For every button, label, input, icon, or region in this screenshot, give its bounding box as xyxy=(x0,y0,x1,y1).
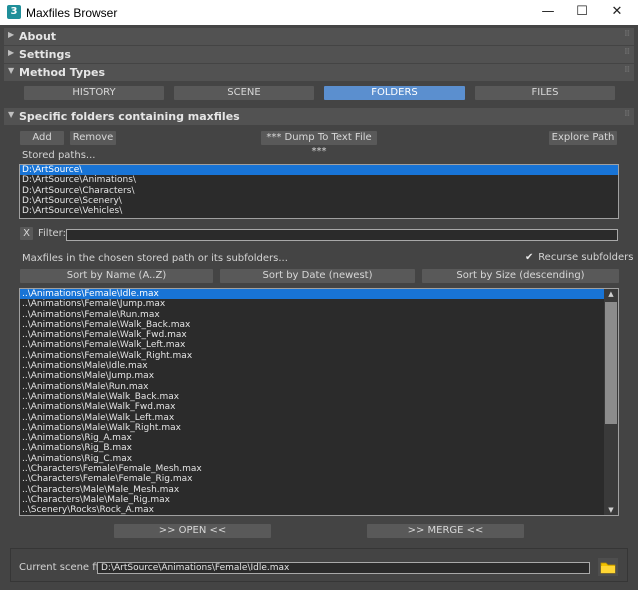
list-item[interactable]: ..\Animations\Female\Walk_Right.max xyxy=(20,351,604,361)
app-icon: 3 xyxy=(7,5,21,19)
list-item[interactable]: ..\Animations\Female\Run.max xyxy=(20,310,604,320)
list-item[interactable]: D:\ArtSource\Characters\ xyxy=(20,186,618,196)
rollout-about[interactable]: ▶ About ⁞⁞ xyxy=(4,28,634,45)
list-item[interactable]: D:\ArtSource\Scenery\ xyxy=(20,196,618,206)
stored-paths-list[interactable]: D:\ArtSource\ D:\ArtSource\Animations\ D… xyxy=(19,164,619,219)
list-item[interactable]: ..\Animations\Male\Walk_Fwd.max xyxy=(20,402,604,412)
clear-filter-button[interactable]: X xyxy=(20,227,33,240)
grip-icon: ⁞⁞ xyxy=(624,109,630,119)
merge-button[interactable]: >> MERGE << xyxy=(367,524,524,538)
collapse-arrow-icon: ▼ xyxy=(8,66,15,75)
current-scene-group: Current scene file: D:\ArtSource\Animati… xyxy=(10,548,628,582)
grip-icon: ⁞⁞ xyxy=(624,47,630,57)
close-button[interactable]: ✕ xyxy=(600,0,634,25)
list-item[interactable]: ..\Animations\Male\Walk_Right.max xyxy=(20,423,604,433)
folder-icon xyxy=(600,562,616,574)
rollout-settings[interactable]: ▶ Settings ⁞⁞ xyxy=(4,46,634,63)
open-button[interactable]: >> OPEN << xyxy=(114,524,271,538)
grip-icon: ⁞⁞ xyxy=(624,65,630,75)
list-item[interactable]: ..\Characters\Female\Female_Mesh.max xyxy=(20,464,604,474)
list-item[interactable]: ..\Animations\Rig_A.max xyxy=(20,433,604,443)
list-item[interactable]: ..\Animations\Rig_B.max xyxy=(20,443,604,453)
tab-folders[interactable]: FOLDERS xyxy=(324,86,465,100)
tab-history[interactable]: HISTORY xyxy=(24,86,164,100)
list-item[interactable]: ..\Animations\Male\Walk_Back.max xyxy=(20,392,604,402)
list-item[interactable]: D:\ArtSource\Animations\ xyxy=(20,175,618,185)
list-item[interactable]: ..\Animations\Male\Run.max xyxy=(20,382,604,392)
rollout-settings-label: Settings xyxy=(19,48,71,61)
list-item[interactable]: D:\ArtSource\ xyxy=(20,165,618,176)
filter-label: Filter: xyxy=(38,228,66,239)
expand-arrow-icon: ▶ xyxy=(8,48,15,57)
list-item[interactable]: ..\Characters\Male\Male_Rig.max xyxy=(20,495,604,505)
list-item[interactable]: D:\ArtSource\Vehicles\ xyxy=(20,206,618,216)
scroll-up-icon[interactable]: ▲ xyxy=(604,290,618,298)
list-item[interactable]: ..\Animations\Male\Idle.max xyxy=(20,361,604,371)
rollout-method-types-label: Method Types xyxy=(19,66,106,79)
list-item[interactable]: ..\Animations\Female\Jump.max xyxy=(20,299,604,309)
filter-input[interactable] xyxy=(66,229,618,241)
list-item[interactable]: ..\Animations\Rig_C.max xyxy=(20,454,604,464)
list-item[interactable]: ..\Animations\Male\Jump.max xyxy=(20,371,604,381)
maximize-button[interactable]: ☐ xyxy=(565,0,599,25)
list-item[interactable]: ..\Animations\Female\Idle.max xyxy=(20,289,604,300)
rollout-specific-folders-label: Specific folders containing maxfiles xyxy=(19,110,240,123)
remove-path-button[interactable]: Remove xyxy=(70,131,116,145)
recurse-subfolders-checkbox[interactable]: ✔ Recurse subfolders xyxy=(525,252,633,263)
list-item[interactable]: ..\Animations\Female\Walk_Left.max xyxy=(20,340,604,350)
explore-path-button[interactable]: Explore Path xyxy=(549,131,617,145)
list-item[interactable]: ..\Animations\Female\Walk_Back.max xyxy=(20,320,604,330)
tab-files[interactable]: FILES xyxy=(475,86,615,100)
list-item[interactable]: ..\Characters\Male\Male_Mesh.max xyxy=(20,485,604,495)
current-scene-field: D:\ArtSource\Animations\Female\Idle.max xyxy=(97,562,590,574)
scroll-down-icon[interactable]: ▼ xyxy=(604,506,618,514)
dump-to-text-button[interactable]: *** Dump To Text File *** xyxy=(261,131,377,157)
grip-icon: ⁞⁞ xyxy=(624,29,630,39)
sort-by-size-button[interactable]: Sort by Size (descending) xyxy=(422,269,619,283)
list-item[interactable]: ..\Animations\Male\Walk_Left.max xyxy=(20,413,604,423)
stored-paths-label: Stored paths... xyxy=(22,150,96,161)
minimize-button[interactable]: — xyxy=(531,0,565,25)
expand-arrow-icon: ▶ xyxy=(8,30,15,39)
recurse-subfolders-label: Recurse subfolders xyxy=(538,252,634,263)
browse-folder-button[interactable] xyxy=(598,558,618,576)
scrollbar-thumb[interactable] xyxy=(605,302,617,424)
method-types-panel: HISTORY SCENE FOLDERS FILES xyxy=(4,81,634,105)
rollout-specific-folders[interactable]: ▼ Specific folders containing maxfiles ⁞… xyxy=(4,108,634,125)
maxfiles-list[interactable]: ..\Animations\Female\Idle.max ..\Animatio… xyxy=(19,288,619,516)
list-item[interactable]: ..\Scenery\Rocks\Rock_A.max xyxy=(20,505,604,515)
sort-by-date-button[interactable]: Sort by Date (newest) xyxy=(220,269,415,283)
rollout-method-types[interactable]: ▼ Method Types ⁞⁞ xyxy=(4,64,634,81)
window-title: Maxfiles Browser xyxy=(26,6,118,20)
tab-scene[interactable]: SCENE xyxy=(174,86,314,100)
maxfiles-scrollbar[interactable]: ▲ ▼ xyxy=(604,289,618,515)
collapse-arrow-icon: ▼ xyxy=(8,110,15,119)
list-item[interactable]: ..\Animations\Female\Walk_Fwd.max xyxy=(20,330,604,340)
list-item[interactable]: ..\Characters\Female\Female_Rig.max xyxy=(20,474,604,484)
checkbox-icon[interactable]: ✔ xyxy=(525,252,535,263)
rollout-about-label: About xyxy=(19,30,57,43)
sort-by-name-button[interactable]: Sort by Name (A..Z) xyxy=(20,269,213,283)
title-bar: 3 Maxfiles Browser — ☐ ✕ xyxy=(0,0,638,25)
add-path-button[interactable]: Add xyxy=(20,131,64,145)
maxfiles-label: Maxfiles in the chosen stored path or it… xyxy=(22,253,288,264)
